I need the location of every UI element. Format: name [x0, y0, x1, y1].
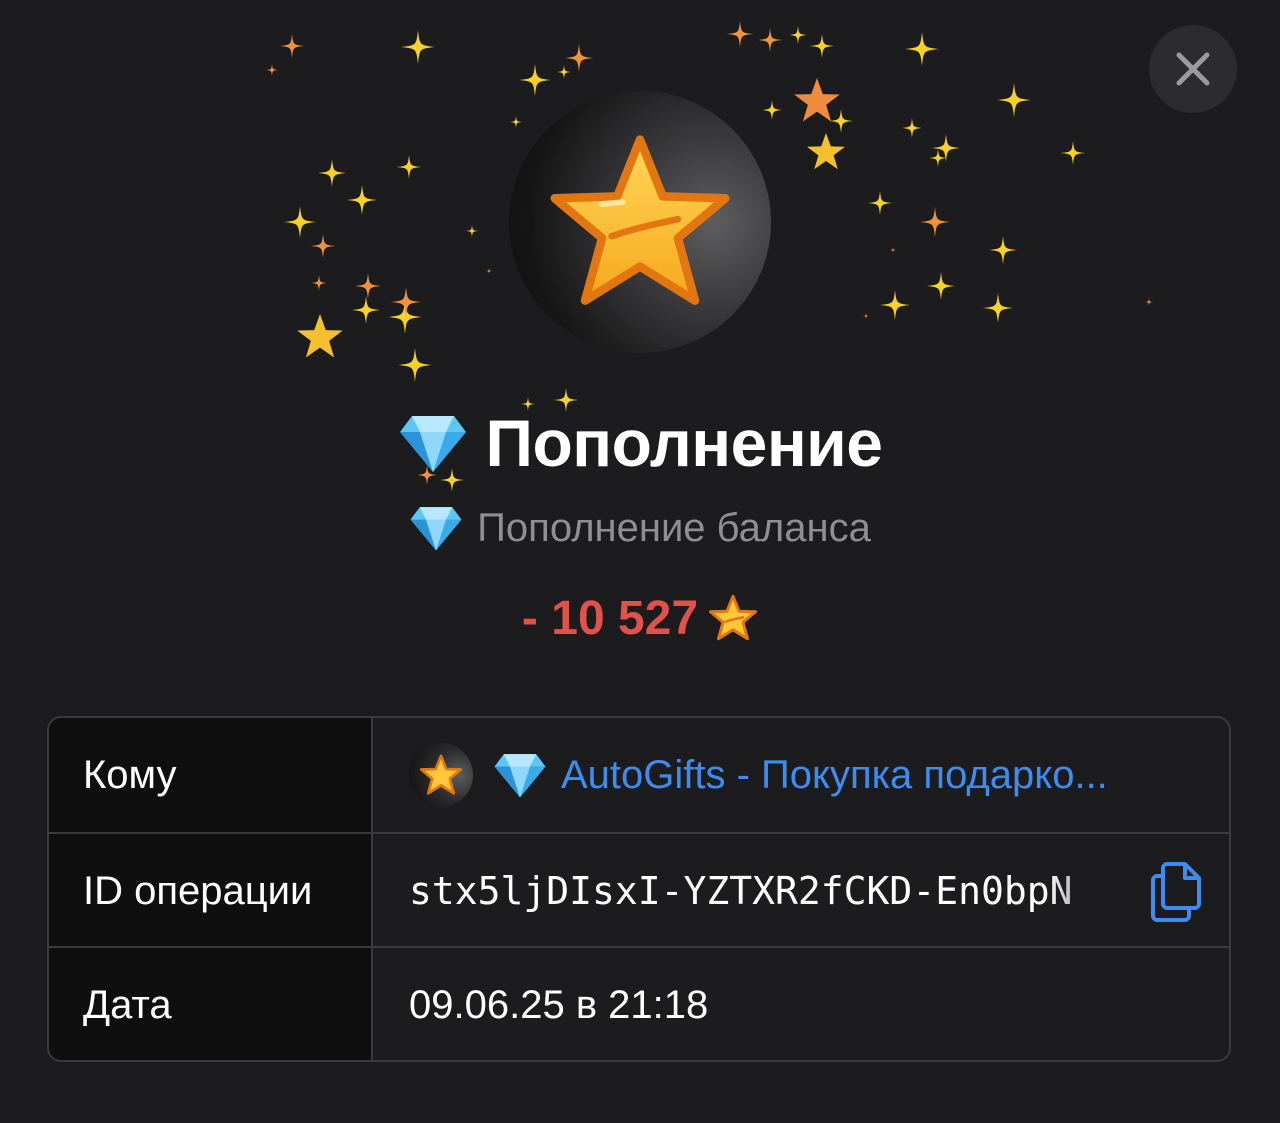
detail-label: Дата	[49, 948, 373, 1060]
detail-row-date: Дата 09.06.25 в 21:18	[49, 946, 1229, 1060]
page-subtitle: Пополнение баланса	[477, 505, 871, 550]
detail-row-recipient: Кому AutoGifts - Покупка подарко...	[49, 718, 1229, 832]
detail-value-date: 09.06.25 в 21:18	[409, 982, 709, 1027]
detail-value-recipient: AutoGifts - Покупка подарко...	[373, 718, 1229, 832]
star-icon	[550, 135, 730, 305]
close-button[interactable]	[1149, 25, 1237, 113]
recipient-avatar[interactable]	[409, 743, 473, 807]
page-title: Пополнение	[485, 406, 883, 480]
close-icon	[1176, 52, 1210, 86]
amount-row: - 10 527	[0, 588, 1280, 648]
detail-label: ID операции	[49, 834, 373, 948]
copy-icon[interactable]	[1149, 860, 1207, 922]
gem-icon	[494, 754, 546, 798]
star-icon	[419, 754, 463, 795]
detail-row-operation-id: ID операции stx5ljDIsxI-YZTXR2fCKD-En0bp…	[49, 832, 1229, 948]
transaction-sheet: Пополнение Пополнение баланса - 10 527 К…	[0, 0, 1280, 1123]
gem-icon	[399, 416, 466, 472]
detail-value-operation-id: stx5ljDIsxI-YZTXR2fCKD-En0bpN	[373, 834, 1229, 948]
star-avatar	[509, 91, 771, 353]
subtitle-row: Пополнение баланса	[0, 500, 1280, 556]
gem-icon	[410, 507, 462, 551]
star-icon	[709, 594, 758, 641]
amount-value: - 10 527	[521, 591, 699, 645]
operation-id-value[interactable]: stx5ljDIsxI-YZTXR2fCKD-En0bpN	[409, 869, 1133, 913]
details-table: Кому AutoGifts - Покупка подарко... ID о…	[47, 716, 1231, 1062]
detail-label: Кому	[49, 718, 373, 832]
recipient-link[interactable]: AutoGifts - Покупка подарко...	[561, 753, 1108, 798]
title-row: Пополнение	[0, 398, 1280, 488]
